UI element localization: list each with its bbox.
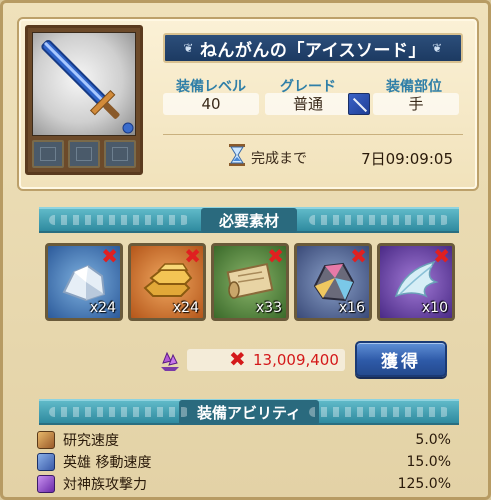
- materials-section-banner: 必要素材: [39, 207, 459, 233]
- insufficient-mark-icon: ✖: [229, 347, 246, 371]
- abilities-section-banner: 装備アビリティ: [39, 399, 459, 425]
- completion-timer: 7日09:09:05: [361, 150, 453, 168]
- material-slot[interactable]: ✖ x24: [128, 243, 206, 321]
- equipment-title-banner: ❦ ねんがんの「アイスソード」 ❦: [163, 33, 463, 63]
- weapon-portrait: [25, 25, 143, 175]
- ability-row: 研究速度 5.0%: [37, 429, 457, 451]
- equipment-panel: ❦ ねんがんの「アイスソード」 ❦ 装備レベル 40 グレード 普通 装備部位 …: [0, 0, 491, 500]
- equipment-title: ねんがんの「アイスソード」: [199, 40, 427, 61]
- acquire-button[interactable]: 獲得: [355, 341, 447, 377]
- research-book-icon: [37, 431, 55, 449]
- material-quantity: x33: [255, 300, 282, 316]
- gem-slot[interactable]: [32, 140, 64, 168]
- gem-slots: [32, 140, 136, 168]
- stat-value-level: 40: [163, 93, 259, 115]
- ornament-icon: ❦: [432, 41, 443, 55]
- ability-name: 英雄 移動速度: [63, 455, 152, 471]
- divider: [163, 134, 463, 135]
- missing-mark-icon: ✖: [184, 244, 201, 268]
- material-slot[interactable]: ✖ x16: [294, 243, 372, 321]
- material-quantity: x16: [338, 300, 365, 316]
- ice-sword-icon: [32, 32, 136, 136]
- ability-row: 英雄 移動速度 15.0%: [37, 451, 457, 473]
- materials-section-title: 必要素材: [200, 207, 297, 233]
- ability-value: 125.0%: [397, 476, 451, 492]
- completion-label: 完成まで: [251, 151, 307, 167]
- ability-value: 15.0%: [406, 454, 451, 470]
- divine-attack-icon: [37, 475, 55, 493]
- ornament-icon: ❦: [183, 41, 194, 55]
- missing-mark-icon: ✖: [433, 244, 450, 268]
- hero-speed-icon: [37, 453, 55, 471]
- ability-value: 5.0%: [415, 432, 451, 448]
- material-quantity: x24: [172, 300, 199, 316]
- gem-slot[interactable]: [104, 140, 136, 168]
- stat-value-grade: 普通: [265, 93, 351, 115]
- material-quantity: x10: [421, 300, 448, 316]
- ability-name: 対神族攻撃力: [63, 477, 147, 493]
- abilities-list: 研究速度 5.0% 英雄 移動速度 15.0% 対神族攻撃力 125.0%: [37, 429, 457, 495]
- missing-mark-icon: ✖: [101, 244, 118, 268]
- ability-name: 研究速度: [63, 433, 119, 449]
- stat-value-slot: 手: [373, 93, 459, 115]
- missing-mark-icon: ✖: [267, 244, 284, 268]
- missing-mark-icon: ✖: [350, 244, 367, 268]
- material-slot[interactable]: ✖ x10: [377, 243, 455, 321]
- materials-list: ✖ x24 ✖ x24 ✖ x33 ✖ x16 ✖ x10: [45, 243, 459, 323]
- hand-slot-icon: [348, 93, 370, 115]
- ability-row: 対神族攻撃力 125.0%: [37, 473, 457, 495]
- gem-slot[interactable]: [68, 140, 100, 168]
- crystal-currency-icon: [161, 351, 179, 371]
- material-slot[interactable]: ✖ x24: [45, 243, 123, 321]
- abilities-section-title: 装備アビリティ: [178, 399, 320, 425]
- hourglass-icon: [229, 144, 245, 166]
- material-quantity: x24: [89, 300, 116, 316]
- material-slot[interactable]: ✖ x33: [211, 243, 289, 321]
- cost-value: 13,009,400: [253, 351, 339, 369]
